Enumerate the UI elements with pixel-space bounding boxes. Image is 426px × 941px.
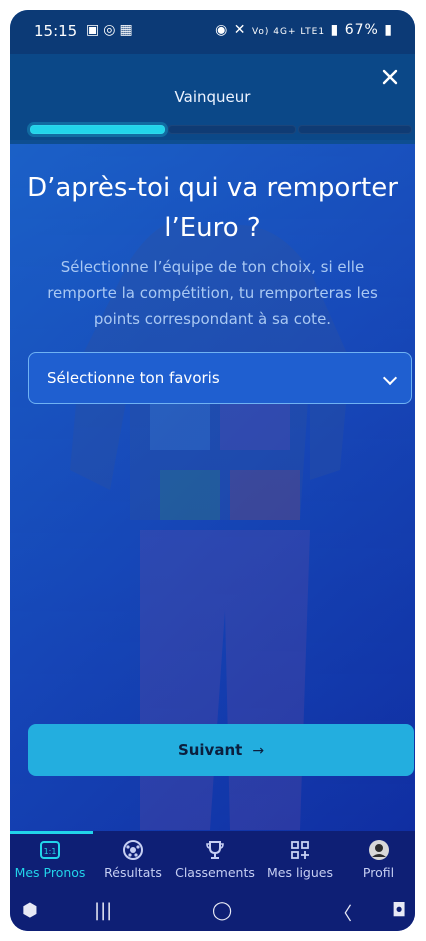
status-time: 15:15	[34, 22, 78, 40]
nav-label-resultats: Résultats	[104, 865, 162, 880]
back-icon[interactable]: 〈	[334, 900, 352, 926]
status-right: ◉ ✕ Vo) 4G+ LTE1 ▮ 67% ▮	[215, 22, 393, 38]
nav-item-mes-ligues[interactable]: Mes ligues	[260, 839, 340, 880]
next-button[interactable]: Suivant →	[28, 724, 414, 776]
mute-icon: ✕	[233, 22, 247, 38]
grid-add-icon	[291, 841, 309, 859]
onevsone-icon: 1:1	[40, 841, 60, 859]
nav-item-mes-pronos[interactable]: 1:1 Mes Pronos	[10, 839, 90, 880]
signal-icon: ▮	[330, 22, 340, 38]
nav-item-profil[interactable]: Profil	[346, 839, 411, 880]
nav-label-mes-pronos: Mes Pronos	[14, 865, 86, 880]
whatsapp-icon: ◎	[103, 22, 120, 38]
status-left-icons: ▣◎▦	[86, 22, 137, 38]
progress-step-2	[168, 125, 296, 134]
alarm-icon: ◉	[215, 22, 229, 38]
nav-label-mes-ligues: Mes ligues	[267, 865, 333, 880]
network-text: Vo) 4G+ LTE1	[251, 27, 326, 37]
recents-icon[interactable]: |||	[94, 900, 112, 921]
select-placeholder: Sélectionne ton favoris	[47, 369, 220, 387]
soccer-ball-icon	[123, 840, 143, 860]
battery-icon: ▮	[384, 22, 393, 38]
arrow-right-icon: →	[252, 743, 265, 759]
avatar-icon	[368, 840, 389, 860]
progress-bar	[20, 121, 415, 135]
app-screen: 15:15 ▣◎▦ ◉ ✕ Vo) 4G+ LTE1 ▮ 67% ▮ Vainq…	[10, 10, 415, 931]
progress-step-3	[298, 125, 412, 134]
favorite-team-select[interactable]: Sélectionne ton favoris	[28, 352, 412, 404]
trophy-icon	[206, 841, 224, 859]
question-title: D’après-toi qui va remporter l’Euro ?	[27, 173, 398, 243]
nav-label-profil: Profil	[362, 865, 395, 880]
question-subtitle: Sélectionne l’équipe de ton choix, si el…	[47, 258, 378, 328]
progress-step-1	[30, 125, 165, 134]
assistant-icon[interactable]: ◘	[392, 900, 406, 921]
svg-text:1:1: 1:1	[44, 847, 57, 856]
chevron-down-icon	[382, 370, 398, 386]
teams-icon: ▦	[119, 22, 137, 38]
header: Vainqueur	[10, 54, 415, 144]
close-button[interactable]	[377, 64, 403, 90]
status-bar: 15:15 ▣◎▦ ◉ ✕ Vo) 4G+ LTE1 ▮ 67% ▮	[10, 10, 415, 54]
bottom-nav: 1:1 Mes Pronos Résultats Classements Mes…	[10, 831, 415, 891]
apps-icon[interactable]: ⬢	[22, 900, 38, 921]
system-nav-bar: ⬢ ||| ◯ 〈 ◘	[10, 891, 415, 931]
page-title: Vainqueur	[174, 88, 251, 106]
close-icon	[382, 69, 398, 85]
nav-active-indicator	[10, 831, 93, 834]
nav-item-classements[interactable]: Classements	[175, 839, 255, 880]
image-icon: ▣	[86, 22, 104, 38]
battery-text: 67%	[344, 22, 379, 38]
nav-label-classements: Classements	[175, 865, 255, 880]
next-button-label: Suivant	[177, 741, 243, 759]
home-icon[interactable]: ◯	[212, 900, 232, 921]
nav-item-resultats[interactable]: Résultats	[93, 839, 173, 880]
